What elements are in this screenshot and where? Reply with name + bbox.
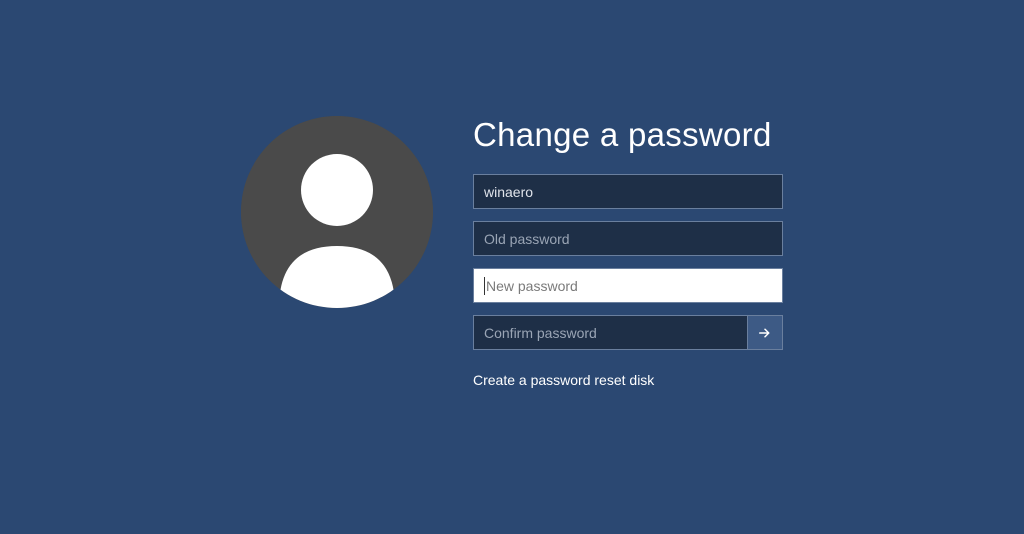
username-field[interactable]: winaero [473,174,783,209]
text-cursor [484,277,485,295]
old-password-placeholder: Old password [484,231,570,247]
new-password-placeholder: New password [486,278,578,294]
submit-button[interactable] [748,315,783,350]
confirm-row: Confirm password [473,315,783,350]
confirm-password-placeholder: Confirm password [484,325,597,341]
page-title: Change a password [473,116,783,154]
old-password-field[interactable]: Old password [473,221,783,256]
arrow-right-icon [756,324,774,342]
new-password-field[interactable]: New password [473,268,783,303]
change-password-panel: Change a password winaero Old password N… [241,116,783,388]
confirm-password-field[interactable]: Confirm password [473,315,748,350]
username-value: winaero [484,184,533,200]
form-section: Change a password winaero Old password N… [473,116,783,388]
reset-disk-link[interactable]: Create a password reset disk [473,372,783,388]
user-avatar [241,116,433,308]
person-icon [241,116,433,308]
